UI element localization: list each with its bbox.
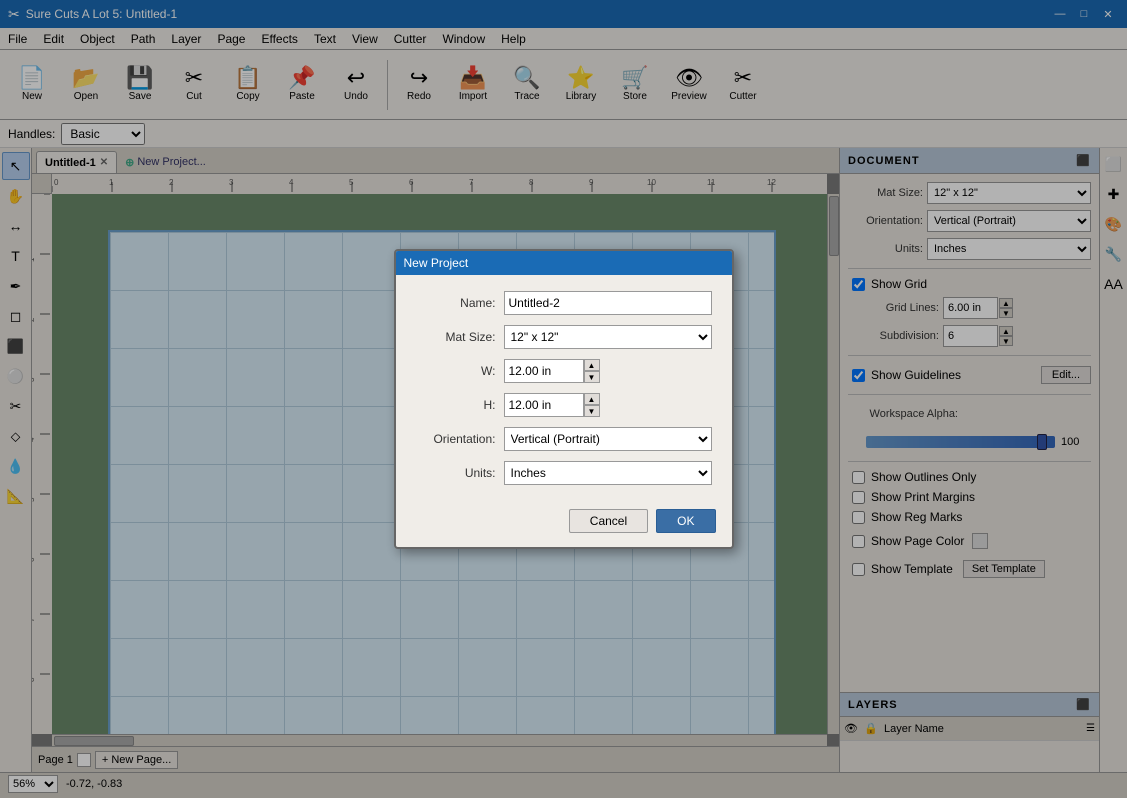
dlg-units-select[interactable]: Inches Centimeters Millimeters (504, 461, 712, 485)
dlg-name-row: Name: (416, 291, 712, 315)
dlg-h-row: H: ▲ ▼ (416, 393, 712, 417)
new-project-dialog: New Project Name: Mat Size: 12" x 12" 12… (394, 249, 734, 549)
dialog-footer: Cancel OK (396, 501, 732, 547)
dialog-title-bar: New Project (396, 251, 732, 275)
dlg-orientation-row: Orientation: Vertical (Portrait) Horizon… (416, 427, 712, 451)
dlg-h-spin: ▲ ▼ (504, 393, 600, 417)
dlg-w-down[interactable]: ▼ (584, 371, 600, 383)
dialog-body: Name: Mat Size: 12" x 12" 12" x 24" Cust… (396, 275, 732, 501)
dlg-w-row: W: ▲ ▼ (416, 359, 712, 383)
ok-button[interactable]: OK (656, 509, 715, 533)
dlg-h-label: H: (416, 398, 496, 412)
dlg-units-label: Units: (416, 466, 496, 480)
cancel-button[interactable]: Cancel (569, 509, 648, 533)
dlg-mat-size-select[interactable]: 12" x 12" 12" x 24" Custom (504, 325, 712, 349)
dlg-w-spin: ▲ ▼ (504, 359, 600, 383)
dlg-w-input[interactable] (504, 359, 584, 383)
dlg-units-row: Units: Inches Centimeters Millimeters (416, 461, 712, 485)
dialog-title: New Project (404, 256, 469, 270)
dlg-orientation-label: Orientation: (416, 432, 496, 446)
dlg-w-label: W: (416, 364, 496, 378)
dlg-h-input[interactable] (504, 393, 584, 417)
dlg-orientation-select[interactable]: Vertical (Portrait) Horizontal (Landscap… (504, 427, 712, 451)
modal-overlay: New Project Name: Mat Size: 12" x 12" 12… (0, 0, 1127, 798)
dlg-h-spin-btns: ▲ ▼ (584, 393, 600, 417)
dlg-h-up[interactable]: ▲ (584, 393, 600, 405)
dlg-w-up[interactable]: ▲ (584, 359, 600, 371)
dlg-h-down[interactable]: ▼ (584, 405, 600, 417)
dlg-name-input[interactable] (504, 291, 712, 315)
dlg-name-label: Name: (416, 296, 496, 310)
dlg-mat-size-row: Mat Size: 12" x 12" 12" x 24" Custom (416, 325, 712, 349)
dlg-w-spin-btns: ▲ ▼ (584, 359, 600, 383)
dlg-mat-size-label: Mat Size: (416, 330, 496, 344)
